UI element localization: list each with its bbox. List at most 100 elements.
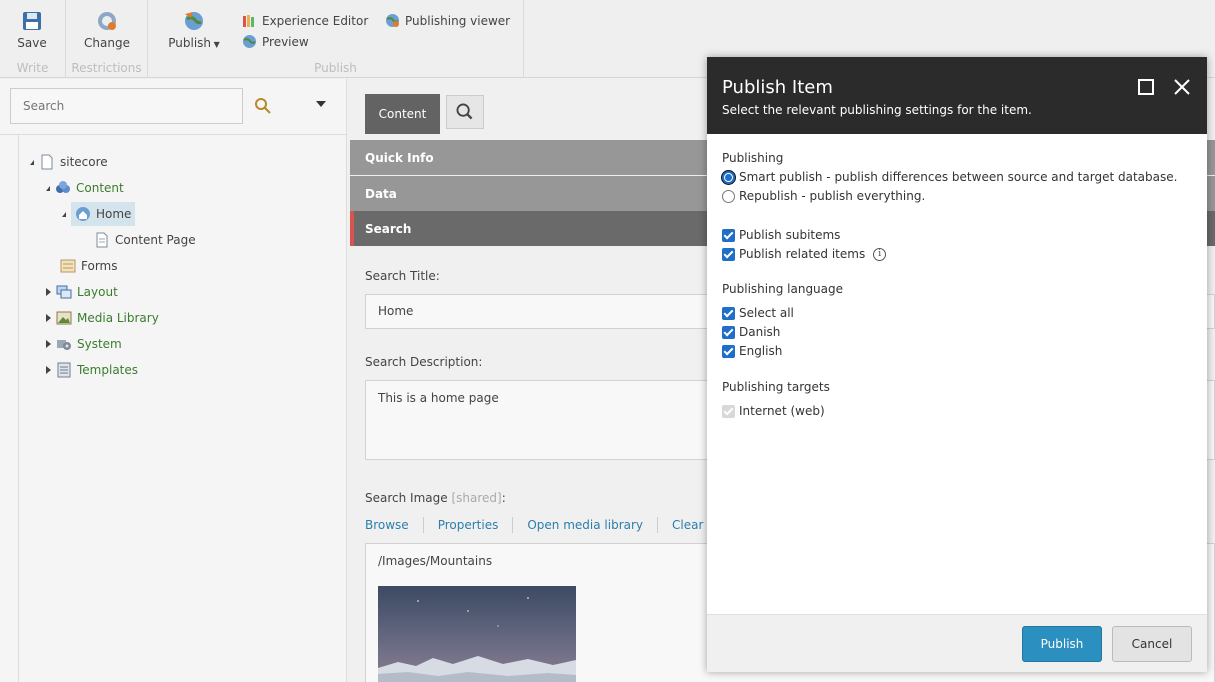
image-actions: Browse Properties Open media library Cle… — [365, 517, 719, 533]
select-all-checkbox[interactable] — [722, 306, 735, 320]
tree-item-label: System — [77, 337, 122, 351]
publishing-viewer-icon — [386, 14, 399, 27]
expand-icon[interactable] — [46, 340, 51, 348]
shared-badge: [shared] — [451, 491, 502, 505]
search-options-dropdown-icon[interactable] — [316, 101, 326, 107]
language-english-option[interactable]: English — [722, 344, 782, 358]
page-icon — [41, 154, 53, 170]
forms-icon — [60, 259, 76, 273]
language-select-all-option[interactable]: Select all — [722, 306, 794, 320]
search-image-label-text: Search Image — [365, 491, 448, 505]
browse-link[interactable]: Browse — [365, 517, 424, 533]
tree-item-content-page[interactable]: Content Page — [94, 229, 196, 251]
smart-publish-label: Smart publish - publish differences betw… — [739, 170, 1178, 184]
search-icon — [456, 103, 473, 120]
collapse-icon[interactable] — [62, 211, 66, 217]
publishing-heading: Publishing — [722, 151, 784, 165]
collapse-icon[interactable] — [30, 159, 34, 165]
tree-item-label: Home — [96, 207, 132, 221]
english-checkbox[interactable] — [722, 344, 735, 358]
tree-search-input[interactable] — [10, 88, 243, 124]
smart-publish-option[interactable]: Smart publish - publish differences betw… — [722, 170, 1177, 184]
save-button[interactable]: Save — [12, 10, 52, 50]
experience-editor-button[interactable]: Experience Editor — [242, 13, 368, 28]
internet-web-checkbox — [722, 404, 735, 418]
tree-item-label: sitecore — [60, 155, 108, 169]
expand-icon[interactable] — [46, 366, 51, 374]
collapse-icon[interactable] — [46, 185, 50, 191]
search-title-label: Search Title: — [365, 269, 440, 283]
content-tree-panel: sitecore Content Home Content Page Forms… — [0, 79, 347, 682]
info-icon[interactable]: i — [873, 247, 887, 261]
cancel-button[interactable]: Cancel — [1112, 626, 1192, 662]
dialog-title: Publish Item — [722, 77, 833, 98]
republish-option[interactable]: Republish - publish everything. — [722, 189, 925, 203]
republish-radio[interactable] — [722, 189, 735, 203]
tree-item-media-library[interactable]: Media Library — [46, 307, 159, 329]
editor-search-button[interactable] — [446, 95, 484, 129]
expand-icon[interactable] — [46, 288, 51, 296]
publishing-viewer-button[interactable]: Publishing viewer — [385, 13, 510, 28]
preview-globe-icon — [243, 35, 256, 48]
tree-item-content[interactable]: Content — [46, 177, 124, 199]
publish-button[interactable]: Publish — [1022, 626, 1102, 662]
tree-divider — [0, 134, 347, 135]
preview-button[interactable]: Preview — [242, 34, 309, 49]
danish-checkbox[interactable] — [722, 325, 735, 339]
image-path: /Images/Mountains — [378, 554, 493, 568]
ribbon-group-publish: Publish ▼ Experience Editor Preview Publ… — [148, 0, 524, 78]
tree-item-label: Layout — [77, 285, 118, 299]
save-icon — [23, 12, 41, 30]
save-label: Save — [17, 36, 47, 50]
publish-subitems-option[interactable]: Publish subitems — [722, 228, 840, 242]
system-icon — [57, 340, 71, 350]
publish-item-dialog: Publish Item Select the relevant publish… — [707, 57, 1207, 672]
dialog-header: Publish Item Select the relevant publish… — [707, 57, 1207, 134]
media-icon — [56, 311, 72, 325]
close-icon[interactable] — [1172, 77, 1192, 97]
dialog-subtitle: Select the relevant publishing settings … — [722, 103, 1032, 117]
search-image-label-colon: : — [501, 491, 506, 505]
publish-related-option[interactable]: Publish related items i — [722, 247, 887, 261]
publish-related-label: Publish related items — [739, 247, 866, 261]
publish-ribbon-button[interactable]: Publish ▼ — [166, 10, 222, 50]
publish-related-checkbox[interactable] — [722, 247, 735, 261]
expand-icon[interactable] — [46, 314, 51, 322]
change-label: Change — [84, 36, 130, 50]
tree-item-forms[interactable]: Forms — [60, 255, 117, 277]
page-icon — [96, 232, 108, 248]
tree-item-home-selected[interactable]: Home — [71, 202, 136, 226]
experience-editor-label: Experience Editor — [262, 13, 369, 28]
experience-editor-icon — [243, 15, 254, 27]
maximize-icon[interactable] — [1138, 79, 1154, 95]
publish-subitems-checkbox[interactable] — [722, 228, 735, 242]
properties-link[interactable]: Properties — [424, 517, 514, 533]
dialog-footer: Publish Cancel — [707, 614, 1207, 672]
templates-icon — [57, 362, 71, 378]
layout-icon — [56, 285, 72, 299]
tree-item-system[interactable]: System — [46, 333, 122, 355]
change-button[interactable]: Change — [82, 10, 132, 50]
tree-item-label: Content Page — [115, 233, 196, 247]
tree-item-label: Templates — [77, 363, 139, 377]
publishing-viewer-label: Publishing viewer — [405, 13, 511, 28]
tree-item-templates[interactable]: Templates — [46, 359, 138, 381]
content-icon — [56, 181, 70, 193]
chevron-down-icon: ▼ — [211, 40, 220, 49]
smart-publish-radio[interactable] — [722, 170, 735, 184]
search-image-label: Search Image [shared]: — [365, 491, 506, 505]
tab-content[interactable]: Content — [365, 94, 440, 134]
language-label: English — [739, 344, 783, 358]
language-danish-option[interactable]: Danish — [722, 325, 780, 339]
targets-heading: Publishing targets — [722, 380, 830, 394]
ribbon-group-label-write: Write — [16, 61, 49, 75]
mountains-thumbnail[interactable] — [378, 586, 576, 682]
tree-item-label: Content — [76, 181, 124, 195]
search-icon[interactable] — [254, 97, 272, 115]
open-media-library-link[interactable]: Open media library — [513, 517, 659, 533]
tree-item-sitecore[interactable]: sitecore — [30, 151, 108, 173]
tree-item-layout[interactable]: Layout — [46, 281, 118, 303]
ribbon-group-label-restrictions: Restrictions — [71, 61, 142, 75]
change-restrictions-icon — [98, 12, 116, 30]
tree-item-home[interactable]: Home — [62, 202, 136, 226]
